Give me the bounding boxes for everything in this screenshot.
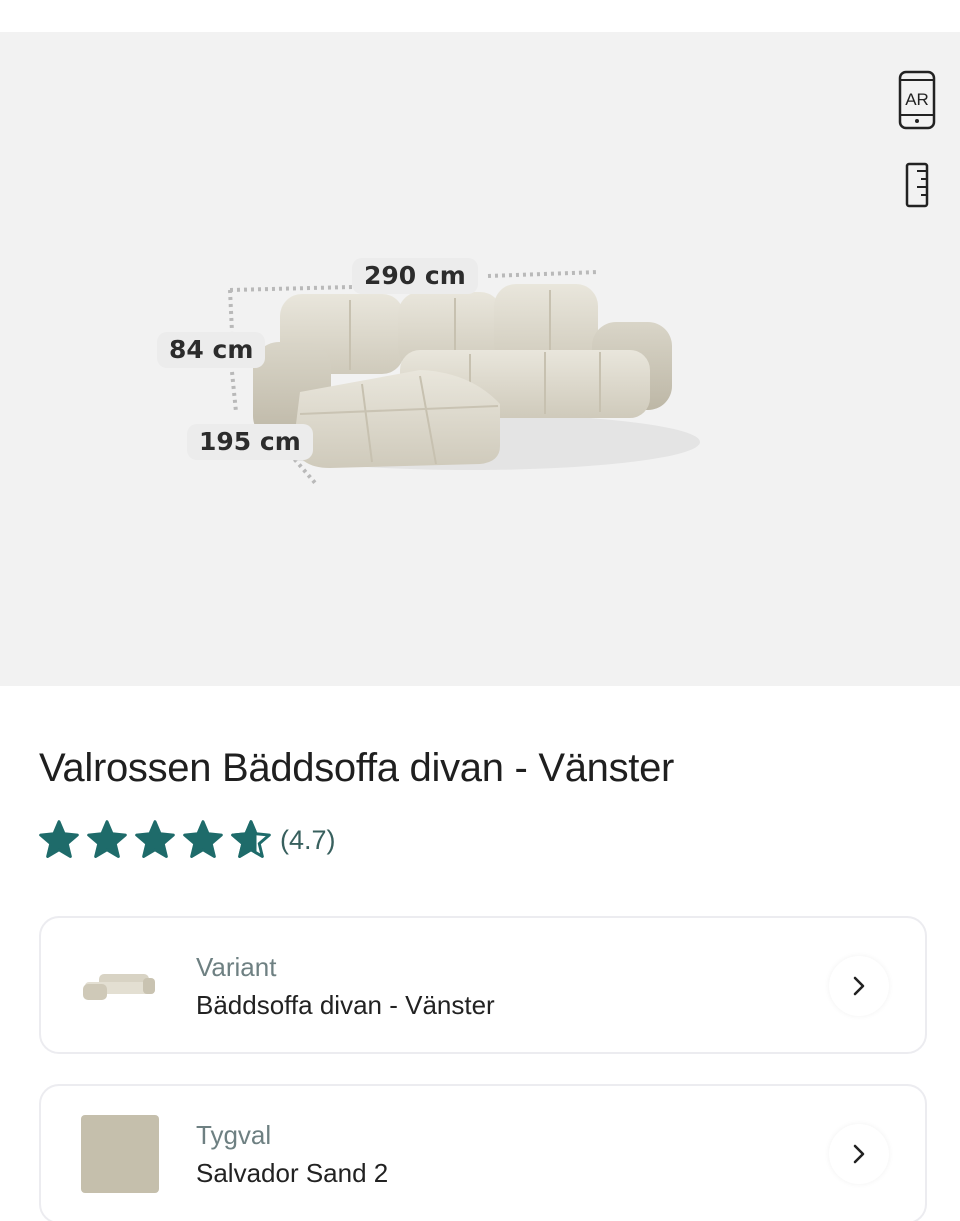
ar-label: AR: [905, 90, 929, 109]
star-full-icon: [183, 820, 223, 858]
rating-value: (4.7): [280, 824, 336, 855]
fabric-selector[interactable]: Tygval Salvador Sand 2: [39, 1084, 927, 1221]
variant-chevron-button[interactable]: [829, 956, 889, 1016]
measure-button[interactable]: [900, 159, 934, 211]
fabric-chevron-button[interactable]: [829, 1124, 889, 1184]
ar-view-button[interactable]: AR: [897, 70, 937, 130]
variant-value: Bäddsoffa divan - Vänster: [196, 990, 495, 1020]
variant-label: Variant: [196, 952, 277, 982]
sofa-product-image: [228, 270, 700, 486]
height-dimension-label: 84 cm: [157, 332, 266, 368]
status-area: [0, 0, 960, 32]
depth-dimension-label: 195 cm: [187, 424, 313, 460]
star-full-icon: [87, 820, 127, 858]
product-rating[interactable]: (4.7): [36, 816, 336, 864]
ar-phone-icon: AR: [898, 70, 936, 130]
fabric-value: Salvador Sand 2: [196, 1158, 389, 1188]
fabric-swatch: [81, 1115, 159, 1193]
fabric-label: Tygval: [196, 1120, 272, 1150]
variant-selector[interactable]: Variant Bäddsoffa divan - Vänster: [39, 916, 927, 1054]
star-full-icon: [39, 820, 79, 858]
width-dimension-label: 290 cm: [352, 258, 478, 294]
ruler-icon: [905, 162, 929, 208]
sofa-thumbnail-icon: [83, 974, 155, 1000]
product-image-gallery[interactable]: 290 cm 84 cm 195 cm AR: [0, 32, 960, 686]
star-full-icon: [135, 820, 175, 858]
chevron-right-icon: [853, 1144, 865, 1164]
star-partial-icon: [231, 820, 271, 858]
product-title: Valrossen Bäddsoffa divan - Vänster: [39, 746, 675, 790]
chevron-right-icon: [853, 976, 865, 996]
